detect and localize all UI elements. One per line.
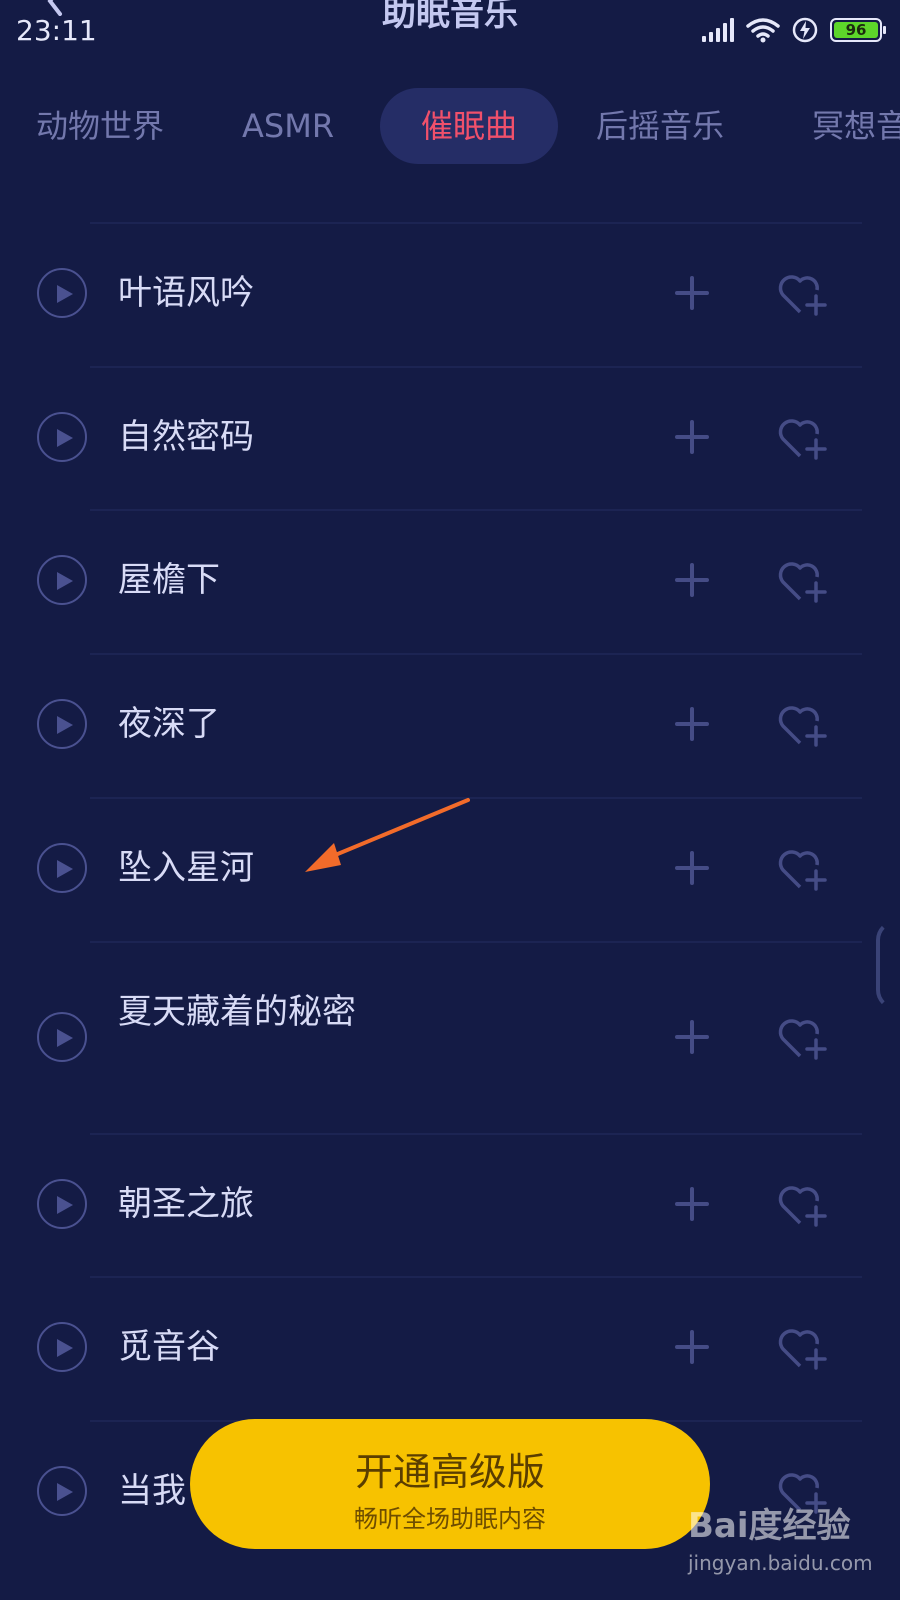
song-title: 叶语风吟 <box>118 273 254 313</box>
plus-icon <box>675 1330 709 1364</box>
play-button[interactable] <box>37 1179 87 1229</box>
play-button[interactable] <box>37 412 87 462</box>
song-title: 夏天藏着的秘密 <box>118 992 356 1032</box>
heart-plus-icon <box>778 1186 827 1227</box>
favorite-button[interactable] <box>778 1181 828 1227</box>
song-title: 自然密码 <box>118 417 254 457</box>
upgrade-premium-button[interactable]: 开通高级版 畅听全场助眠内容 <box>190 1419 710 1549</box>
side-drawer-handle[interactable] <box>876 920 900 1010</box>
plus-icon <box>675 1187 709 1221</box>
plus-icon <box>675 1020 709 1054</box>
heart-plus-icon <box>778 275 827 316</box>
chevron-left-icon <box>47 0 62 16</box>
song-title: 屋檐下 <box>118 560 220 600</box>
play-button[interactable] <box>37 1322 87 1372</box>
heart-plus-icon <box>778 850 827 891</box>
favorite-button[interactable] <box>778 845 828 891</box>
page-title: 助眠音乐 <box>382 0 518 34</box>
back-button[interactable] <box>40 0 70 16</box>
add-button[interactable] <box>674 275 710 311</box>
list-item[interactable]: 屋檐下 <box>0 509 900 653</box>
heart-plus-icon <box>778 1019 827 1060</box>
add-button[interactable] <box>674 1329 710 1365</box>
play-icon <box>57 285 73 303</box>
watermark-logo: Bai度经验 <box>688 1506 851 1546</box>
tab-post-rock[interactable]: 后摇音乐 <box>596 88 724 164</box>
list-item[interactable]: 夏天藏着的秘密 <box>0 941 900 1133</box>
plus-icon <box>675 707 709 741</box>
favorite-button[interactable] <box>778 414 828 460</box>
play-button[interactable] <box>37 843 87 893</box>
premium-subtitle: 畅听全场助眠内容 <box>354 1505 546 1533</box>
play-button[interactable] <box>37 1466 87 1516</box>
play-icon <box>57 860 73 878</box>
premium-title: 开通高级版 <box>354 1450 545 1494</box>
list-item[interactable]: 自然密码 <box>0 366 900 509</box>
watermark-url: jingyan.baidu.com <box>688 1551 873 1575</box>
heart-plus-icon <box>778 706 827 747</box>
annotation-arrow-icon <box>305 798 470 872</box>
tab-lullaby[interactable]: 催眠曲 <box>380 88 558 164</box>
add-button[interactable] <box>674 562 710 598</box>
play-button[interactable] <box>37 555 87 605</box>
add-button[interactable] <box>674 1019 710 1055</box>
list-item[interactable]: 叶语风吟 <box>0 222 900 366</box>
favorite-button[interactable] <box>778 1324 828 1370</box>
add-button[interactable] <box>674 850 710 886</box>
heart-plus-icon <box>778 1329 827 1370</box>
heart-plus-icon <box>778 419 827 460</box>
play-button[interactable] <box>37 268 87 318</box>
list-item[interactable]: 朝圣之旅 <box>0 1133 900 1276</box>
watermark: Bai度经验 jingyan.baidu.com <box>688 1498 888 1588</box>
category-tabs: 动物世界 ASMR 催眠曲 后摇音乐 冥想音 <box>0 88 900 164</box>
play-icon <box>57 572 73 590</box>
plus-icon <box>675 420 709 454</box>
play-button[interactable] <box>37 699 87 749</box>
tab-meditation[interactable]: 冥想音 <box>812 88 900 164</box>
play-icon <box>57 429 73 447</box>
tab-asmr[interactable]: ASMR <box>242 88 334 164</box>
play-button[interactable] <box>37 1012 87 1062</box>
play-icon <box>57 1483 73 1501</box>
favorite-button[interactable] <box>778 701 828 747</box>
add-button[interactable] <box>674 706 710 742</box>
heart-plus-icon <box>778 562 827 603</box>
play-icon <box>57 1196 73 1214</box>
favorite-button[interactable] <box>778 1014 828 1060</box>
list-item[interactable]: 觅音谷 <box>0 1276 900 1420</box>
plus-icon <box>675 563 709 597</box>
add-button[interactable] <box>674 1186 710 1222</box>
song-title: 朝圣之旅 <box>118 1184 254 1224</box>
favorite-button[interactable] <box>778 270 828 316</box>
plus-icon <box>675 851 709 885</box>
tab-animal-world[interactable]: 动物世界 <box>36 88 164 164</box>
plus-icon <box>675 276 709 310</box>
play-icon <box>57 1029 73 1047</box>
list-item[interactable]: 夜深了 <box>0 653 900 797</box>
song-title: 夜深了 <box>118 704 220 744</box>
play-icon <box>57 716 73 734</box>
favorite-button[interactable] <box>778 557 828 603</box>
play-icon <box>57 1339 73 1357</box>
song-title: 觅音谷 <box>118 1327 220 1367</box>
add-button[interactable] <box>674 419 710 455</box>
